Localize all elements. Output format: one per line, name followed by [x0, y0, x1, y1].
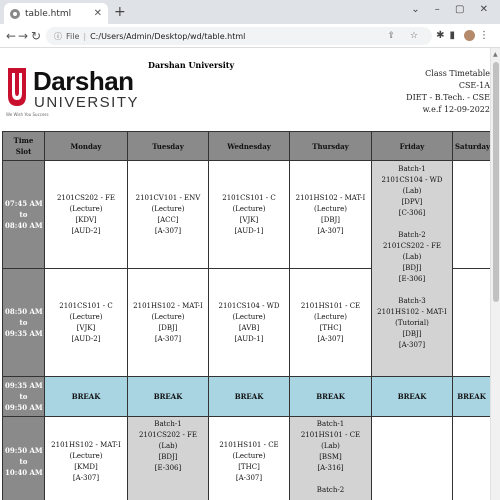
- page-content: Darshan UNIVERSITY We Wish You Success D…: [0, 48, 490, 500]
- table-header-row: Time Slot Monday Tuesday Wednesday Thurs…: [2, 131, 490, 161]
- info-effective-date: w.e.f 12-09-2022: [422, 105, 490, 114]
- logo-tagline: We Wish You Success: [6, 112, 49, 117]
- lecture-cell: 2101CS101 - C (Lecture) [VJK] [AUD-1]: [208, 160, 290, 269]
- lecture-cell: 2101CV101 - ENV (Lecture) [ACC] [A-307]: [127, 160, 209, 269]
- lab-cell: Batch-1 2101CS104 - WD (Lab) [DPV] [C-306] B…: [371, 160, 453, 377]
- empty-cell: [371, 416, 453, 500]
- url-separator: |: [83, 31, 87, 41]
- lecture-cell: 2101HS102 - MAT-I (Lecture) [KMD] [A-307]: [44, 416, 128, 500]
- header-tuesday: Tuesday: [127, 131, 209, 161]
- tab-title: table.html: [25, 8, 72, 19]
- back-arrow-icon[interactable]: ←: [6, 29, 16, 43]
- time-slot-cell: 08:50 AM to 09:35 AM: [2, 268, 45, 377]
- sidebar-icon[interactable]: ▮: [449, 30, 460, 41]
- url-text[interactable]: C:/Users/Admin/Desktop/wd/table.html: [90, 32, 245, 41]
- profile-avatar[interactable]: [464, 30, 475, 41]
- empty-cell: [452, 416, 490, 500]
- header-saturday: Saturday: [452, 131, 490, 161]
- lecture-cell: 2101CS104 - WD (Lecture) [AVB] [AUD-1]: [208, 268, 290, 377]
- lecture-cell: 2101HS101 - CE (Lecture) [THC] [A-307]: [208, 416, 290, 500]
- scrollbar-thumb[interactable]: [493, 62, 499, 302]
- vertical-scrollbar[interactable]: ▲: [490, 48, 500, 500]
- break-cell: BREAK: [208, 376, 290, 417]
- empty-cell: [452, 268, 490, 377]
- header-wednesday: Wednesday: [208, 131, 290, 161]
- browser-tab-strip: table.html ✕ + ⌄ – ▢ ✕: [0, 0, 500, 24]
- info-class: CSE-1A: [458, 81, 490, 90]
- browser-toolbar: ← → ↻ ⓘ File | C:/Users/Admin/Desktop/wd…: [0, 24, 500, 48]
- info-program: DIET - B.Tech. - CSE: [406, 93, 490, 102]
- header-monday: Monday: [44, 131, 128, 161]
- break-cell: BREAK: [371, 376, 453, 417]
- time-slot-cell: 09:50 AM to 10:40 AM: [2, 416, 45, 500]
- toolbar-icons[interactable]: ✱ ▮ ⋮: [436, 30, 494, 41]
- lab-cell: Batch-1 2101HS101 - CE (Lab) [BSM] [A-316] B…: [289, 416, 372, 500]
- break-cell: BREAK: [289, 376, 372, 417]
- header-time-slot: Time Slot: [2, 131, 45, 161]
- extensions-icon[interactable]: ✱: [436, 30, 449, 41]
- timetable: Time Slot Monday Tuesday Wednesday Thurs…: [2, 131, 490, 500]
- lab-cell: Batch-1 2101CS202 - FE (Lab) [BDJ] [E-306]: [127, 416, 209, 500]
- browser-tab[interactable]: table.html ✕: [4, 3, 108, 24]
- logo-subtitle: UNIVERSITY: [34, 94, 140, 111]
- logo-name: Darshan: [33, 66, 134, 96]
- break-cell: BREAK: [44, 376, 128, 417]
- globe-icon: [10, 8, 20, 19]
- scroll-up-icon[interactable]: ▲: [493, 51, 498, 58]
- address-bar[interactable]: ⓘ File | C:/Users/Admin/Desktop/wd/table…: [46, 27, 432, 45]
- break-cell: BREAK: [127, 376, 209, 417]
- timetable-info: Class Timetable CSE-1A DIET - B.Tech. - …: [406, 68, 490, 116]
- lecture-cell: 2101CS202 - FE (Lecture) [KDV] [AUD-2]: [44, 160, 128, 269]
- menu-icon[interactable]: ⋮: [479, 30, 494, 41]
- empty-cell: [452, 160, 490, 269]
- break-cell: BREAK: [452, 376, 490, 417]
- forward-arrow-icon[interactable]: →: [18, 29, 28, 43]
- table-row: 09:50 AM to 10:40 AM 2101HS102 - MAT-I (L…: [2, 416, 490, 500]
- time-slot-cell: 09:35 AM to 09:50 AM: [2, 376, 45, 417]
- lecture-cell: 2101HS102 - MAT-I (Lecture) [DBJ] [A-307]: [289, 160, 372, 269]
- header-thursday: Thursday: [289, 131, 372, 161]
- table-row: 07:45 AM to 08:40 AM 2101CS202 - FE (Lect…: [2, 160, 490, 377]
- university-title: Darshan University: [148, 60, 235, 70]
- url-scheme: File: [66, 31, 80, 41]
- info-title: Class Timetable: [425, 69, 490, 78]
- lecture-cell: 2101CS101 - C (Lecture) [VJK] [AUD-2]: [44, 268, 128, 377]
- new-tab-button[interactable]: +: [114, 4, 126, 20]
- du-logo-icon: [8, 68, 26, 106]
- close-tab-icon[interactable]: ✕: [94, 8, 102, 19]
- lecture-cell: 2101HS102 - MAT-I (Lecture) [DBJ] [A-307]: [127, 268, 209, 377]
- info-icon[interactable]: ⓘ: [54, 31, 62, 42]
- address-bar-actions[interactable]: ⇪ ☆: [388, 31, 424, 41]
- break-row: 09:35 AM to 09:50 AM BREAK BREAK BREAK B…: [2, 376, 490, 417]
- lecture-cell: 2101HS101 - CE (Lecture) [THC] [A-307]: [289, 268, 372, 377]
- time-slot-cell: 07:45 AM to 08:40 AM: [2, 160, 45, 269]
- reload-icon[interactable]: ↻: [31, 29, 41, 43]
- window-controls[interactable]: ⌄ – ▢ ✕: [411, 4, 494, 15]
- header-friday: Friday: [371, 131, 453, 161]
